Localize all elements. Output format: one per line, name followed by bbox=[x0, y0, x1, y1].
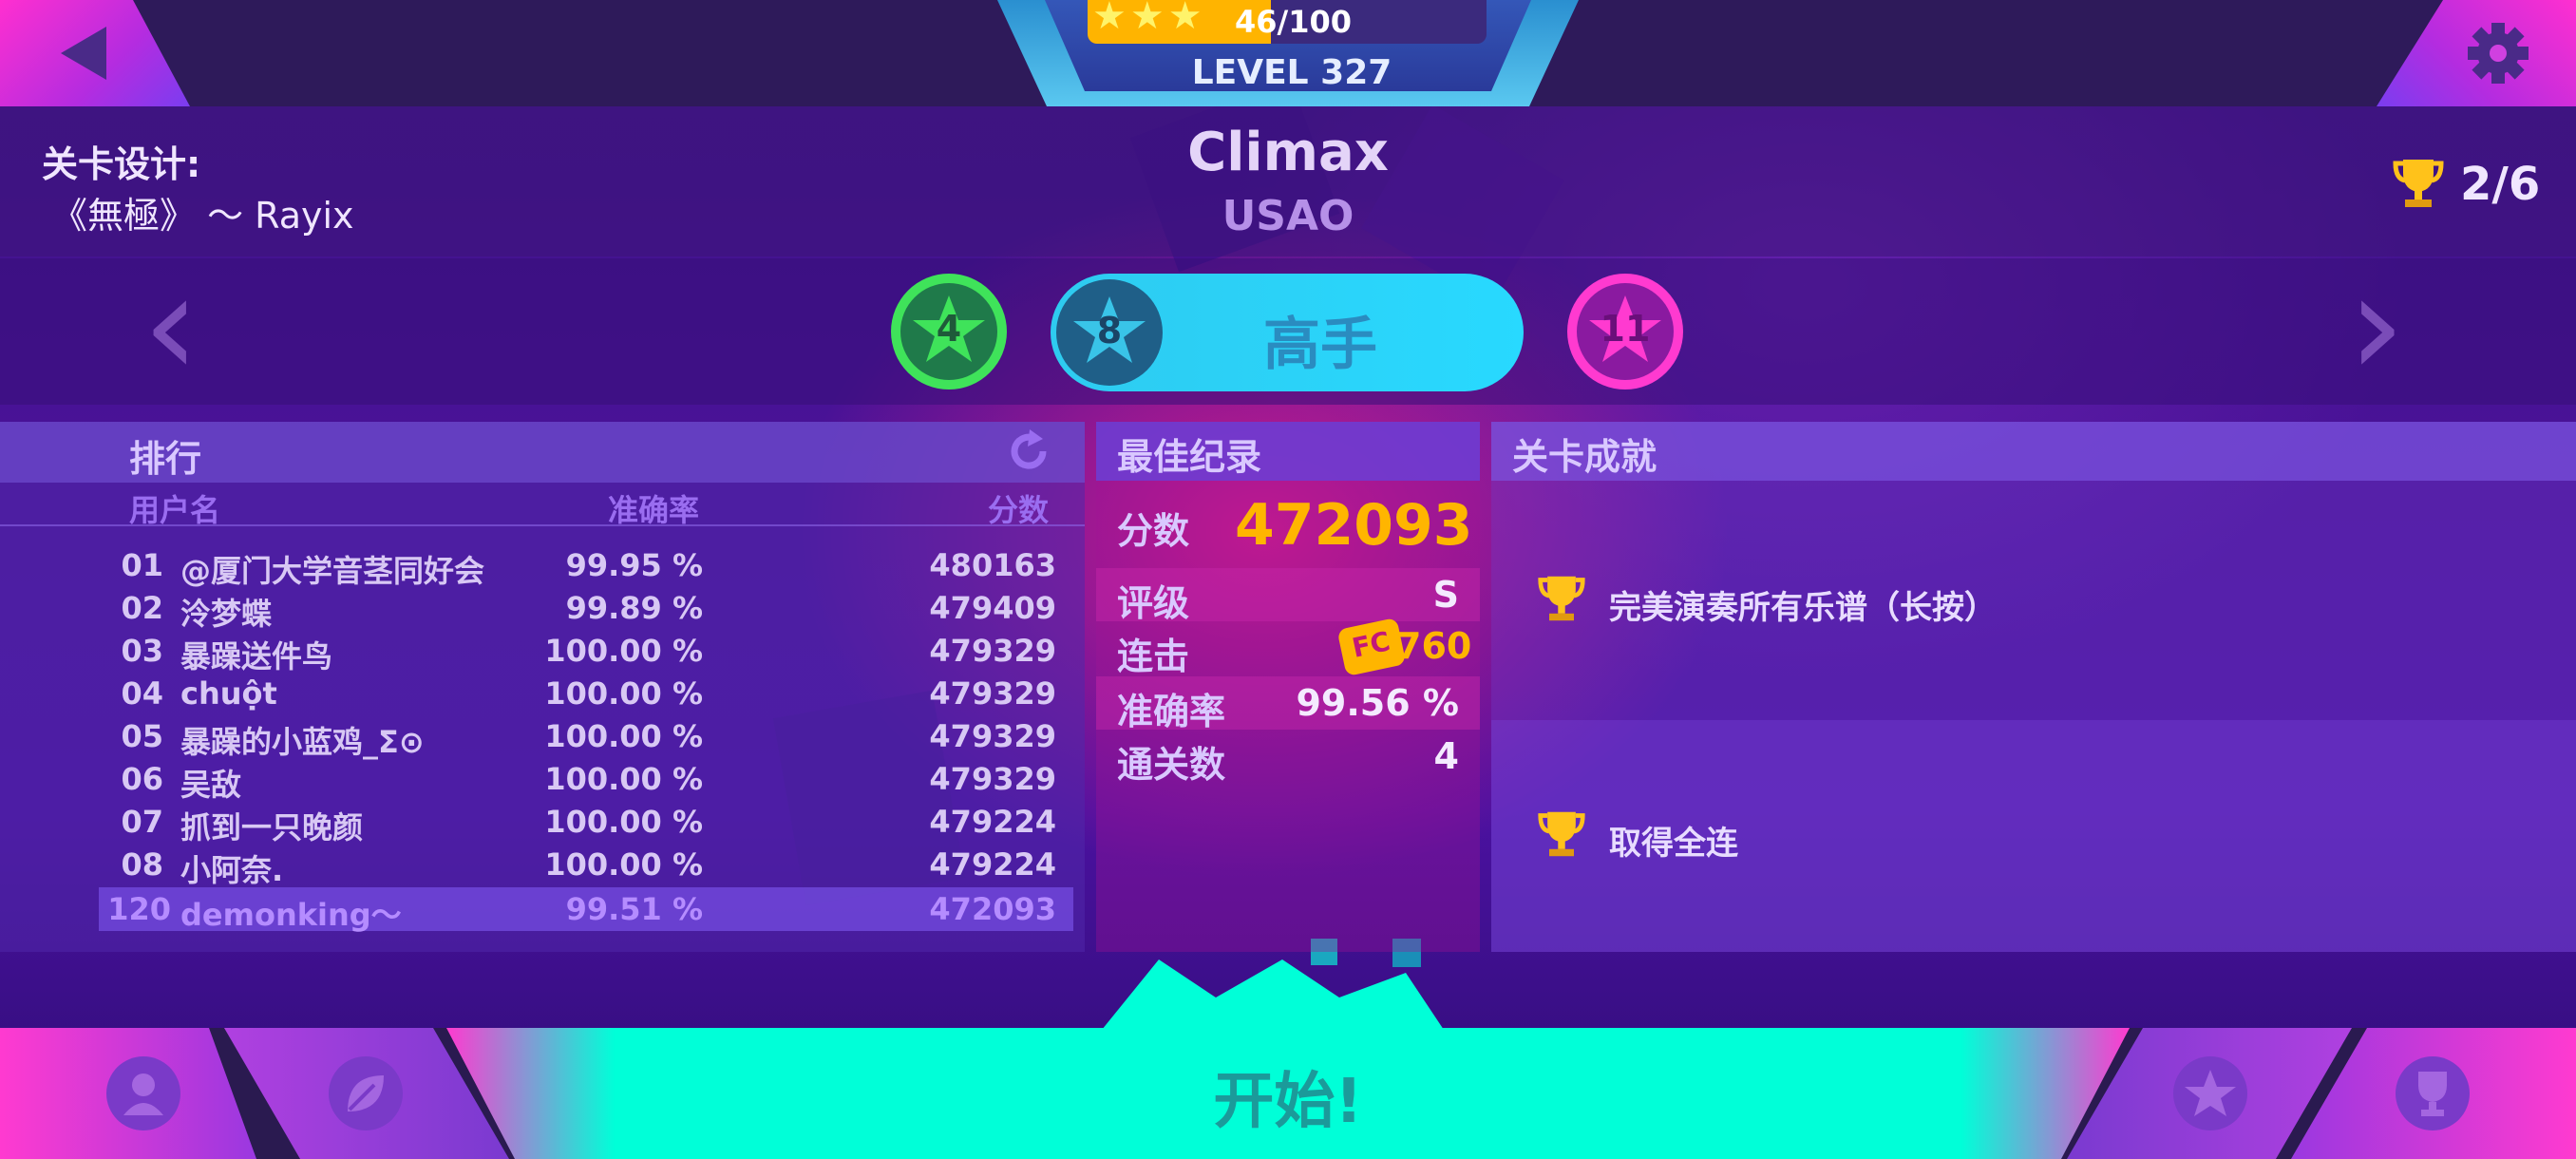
row-score: 479224 bbox=[929, 804, 1056, 840]
row-accuracy: 100.00 % bbox=[544, 804, 703, 840]
best-rank-value: S bbox=[1432, 574, 1459, 616]
achievements-title: 关卡成就 bbox=[1512, 436, 1657, 478]
row-accuracy: 99.95 % bbox=[565, 547, 703, 583]
row-rank: 07 bbox=[121, 804, 163, 840]
trophy-icon bbox=[1537, 570, 1586, 631]
refresh-button[interactable] bbox=[1005, 428, 1052, 479]
designer-value: 《無極》 ～ Rayix bbox=[51, 195, 354, 237]
row-accuracy: 100.00 % bbox=[544, 718, 703, 754]
row-score: 479409 bbox=[929, 590, 1056, 626]
row-accuracy: 100.00 % bbox=[544, 675, 703, 712]
best-record-title: 最佳纪录 bbox=[1117, 436, 1262, 478]
settings-button[interactable] bbox=[2443, 13, 2538, 93]
difficulty-hard-button[interactable]: 11 bbox=[1567, 274, 1683, 390]
row-score: 479224 bbox=[929, 846, 1056, 883]
best-score-label: 分数 bbox=[1117, 510, 1190, 552]
level-progress-text: 46/100 bbox=[1235, 4, 1353, 40]
row-user: 抓到一只晚颜 bbox=[180, 809, 364, 846]
best-clears-label: 通关数 bbox=[1117, 744, 1226, 786]
trophy-badge-icon bbox=[2396, 1056, 2470, 1130]
progress-stars-icon: ★★★ bbox=[1092, 0, 1206, 38]
best-rank-label: 评级 bbox=[1117, 582, 1190, 624]
row-rank: 03 bbox=[121, 633, 163, 669]
song-title: Climax bbox=[1187, 122, 1389, 183]
row-rank: 06 bbox=[121, 761, 163, 797]
difficulty-selected-badge: 8 bbox=[1056, 279, 1163, 386]
trophy-count: 2/6 bbox=[2460, 158, 2541, 211]
self-score: 472093 bbox=[929, 891, 1056, 927]
row-rank: 01 bbox=[121, 547, 163, 583]
row-accuracy: 100.00 % bbox=[544, 761, 703, 797]
back-arrow-icon bbox=[61, 27, 106, 80]
leaderboard-title: 排行 bbox=[129, 438, 202, 480]
designer-label: 关卡设计: bbox=[42, 143, 201, 185]
refresh-icon bbox=[1011, 429, 1047, 469]
prev-song-button[interactable]: ‹ bbox=[142, 255, 199, 397]
row-rank: 04 bbox=[121, 675, 163, 712]
row-accuracy: 100.00 % bbox=[544, 846, 703, 883]
best-combo-label: 连击 bbox=[1117, 636, 1190, 677]
full-combo-badge-text: FC bbox=[1349, 625, 1393, 664]
difficulty-selected-label: 高手 bbox=[1263, 312, 1377, 378]
difficulty-easy-button[interactable]: 4 bbox=[891, 274, 1007, 390]
row-user: chuột bbox=[180, 675, 277, 712]
row-rank: 02 bbox=[121, 590, 163, 626]
row-rank: 05 bbox=[121, 718, 163, 754]
row-user: 泠梦蝶 bbox=[180, 596, 273, 632]
user-icon bbox=[106, 1056, 180, 1130]
row-user: 吴敌 bbox=[180, 767, 242, 803]
self-accuracy: 99.51 % bbox=[565, 891, 703, 927]
self-user: demonking～ bbox=[180, 897, 402, 933]
best-score-value: 472093 bbox=[1235, 492, 1473, 559]
self-rank: 120 bbox=[107, 891, 171, 927]
leaderboard-divider bbox=[0, 524, 1085, 526]
difficulty-selected-level: 8 bbox=[1096, 310, 1123, 352]
difficulty-easy-level: 4 bbox=[936, 308, 962, 350]
achievement-item: 完美演奏所有乐谱（长按） bbox=[1609, 589, 1997, 627]
achievement-item: 取得全连 bbox=[1609, 825, 1738, 863]
best-combo-value: 760 bbox=[1396, 625, 1472, 667]
start-button-label: 开始! bbox=[1213, 1067, 1363, 1137]
row-accuracy: 100.00 % bbox=[544, 633, 703, 669]
leaf-icon bbox=[329, 1056, 403, 1130]
row-user: 小阿奈. bbox=[180, 852, 284, 888]
trophy-icon bbox=[2392, 156, 2445, 215]
best-accuracy-value: 99.56 % bbox=[1296, 682, 1459, 724]
row-user: @厦门大学音茎同好会 bbox=[180, 553, 485, 589]
row-accuracy: 99.89 % bbox=[565, 590, 703, 626]
difficulty-hard-level: 11 bbox=[1600, 308, 1651, 350]
row-score: 479329 bbox=[929, 675, 1056, 712]
row-user: 暴躁送件鸟 bbox=[180, 638, 333, 674]
row-score: 480163 bbox=[929, 547, 1056, 583]
gear-icon bbox=[2468, 23, 2529, 84]
best-accuracy-label: 准确率 bbox=[1117, 691, 1226, 732]
back-button[interactable] bbox=[38, 13, 133, 93]
trophy-icon bbox=[1537, 806, 1586, 866]
star-badge-icon bbox=[2173, 1056, 2247, 1130]
row-rank: 08 bbox=[121, 846, 163, 883]
song-artist: USAO bbox=[1222, 192, 1354, 240]
row-user: 暴躁的小蓝鸡_Σ⊙ bbox=[180, 724, 425, 760]
row-score: 479329 bbox=[929, 761, 1056, 797]
row-score: 479329 bbox=[929, 718, 1056, 754]
row-score: 479329 bbox=[929, 633, 1056, 669]
next-song-button[interactable]: › bbox=[2348, 255, 2405, 397]
best-clears-value: 4 bbox=[1433, 735, 1459, 777]
level-label: LEVEL 327 bbox=[1191, 53, 1392, 92]
